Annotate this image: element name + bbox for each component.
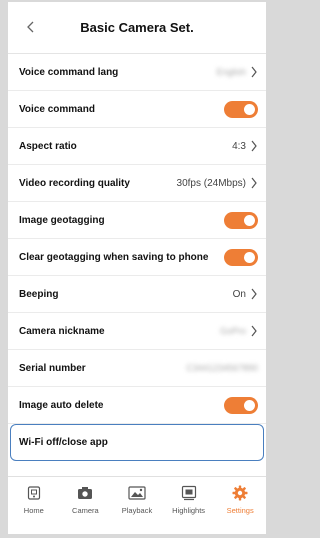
image-geotagging-toggle[interactable] — [224, 211, 258, 229]
tab-camera[interactable]: Camera — [60, 485, 110, 515]
setting-image-geotagging: Image geotagging — [8, 202, 266, 239]
chevron-right-icon — [251, 288, 257, 300]
setting-voice-command: Voice command — [8, 91, 266, 128]
setting-label: Aspect ratio — [19, 140, 77, 152]
playback-icon — [128, 485, 146, 501]
setting-label: Voice command lang — [19, 66, 119, 78]
setting-label: Voice command — [19, 103, 95, 115]
setting-label: Image geotagging — [19, 214, 105, 226]
tab-label: Settings — [226, 506, 254, 515]
tab-highlights[interactable]: Highlights — [164, 485, 214, 515]
setting-label: Camera nickname — [19, 325, 105, 337]
tab-label: Home — [23, 506, 44, 515]
chevron-right-icon — [251, 66, 257, 78]
tab-label: Highlights — [172, 506, 206, 515]
bottom-tab-bar: Home Camera Playback Highlights Settings — [8, 476, 266, 534]
page-title: Basic Camera Set. — [80, 20, 194, 35]
setting-image-auto-delete: Image auto delete — [8, 387, 266, 424]
setting-label: Beeping — [19, 288, 59, 300]
home-icon — [25, 485, 43, 501]
voice-command-toggle[interactable] — [224, 100, 258, 118]
setting-aspect-ratio[interactable]: Aspect ratio 4:3 — [8, 128, 266, 165]
setting-label: Serial number — [19, 362, 86, 374]
chevron-right-icon — [251, 140, 257, 152]
setting-clear-geotagging: Clear geotagging when saving to phone — [8, 239, 266, 276]
setting-label: Wi-Fi off/close app — [19, 437, 108, 448]
header: Basic Camera Set. — [8, 2, 266, 54]
setting-value: English — [216, 67, 246, 77]
highlights-icon — [180, 485, 198, 501]
chevron-right-icon — [251, 325, 257, 337]
chevron-left-icon — [27, 21, 34, 33]
tab-playback[interactable]: Playback — [112, 485, 162, 515]
setting-value: C3441234567890 — [186, 363, 258, 373]
setting-beeping[interactable]: Beeping On — [8, 276, 266, 313]
tab-home[interactable]: Home — [9, 485, 59, 515]
back-button[interactable] — [20, 17, 40, 37]
toggle-knob — [244, 399, 255, 411]
setting-voice-command-lang[interactable]: Voice command lang English — [8, 54, 266, 91]
clear-geotagging-toggle[interactable] — [224, 248, 258, 266]
screen: Basic Camera Set. Voice command lang Eng… — [8, 2, 266, 534]
tab-label: Playback — [121, 506, 153, 515]
camera-icon — [76, 485, 94, 501]
setting-label: Image auto delete — [19, 399, 104, 411]
gear-icon — [231, 485, 249, 501]
tab-settings[interactable]: Settings — [215, 485, 265, 515]
setting-camera-nickname[interactable]: Camera nickname GoPro — [8, 313, 266, 350]
setting-serial-number: Serial number C3441234567890 — [8, 350, 266, 387]
setting-value: GoPro — [219, 326, 246, 336]
setting-video-recording-quality[interactable]: Video recording quality 30fps (24Mbps) — [8, 165, 266, 202]
setting-value: On — [232, 288, 246, 300]
chevron-right-icon — [251, 177, 257, 189]
setting-label: Clear geotagging when saving to phone — [19, 251, 209, 263]
toggle-knob — [244, 103, 255, 115]
tab-label: Camera — [72, 506, 99, 515]
setting-value: 30fps (24Mbps) — [176, 177, 246, 189]
setting-label: Video recording quality — [19, 177, 130, 189]
image-auto-delete-toggle[interactable] — [224, 396, 258, 414]
setting-value: 4:3 — [232, 140, 246, 152]
toggle-knob — [244, 251, 255, 263]
setting-wifi-off-close-app[interactable]: Wi-Fi off/close app — [10, 424, 264, 461]
toggle-knob — [244, 214, 255, 226]
